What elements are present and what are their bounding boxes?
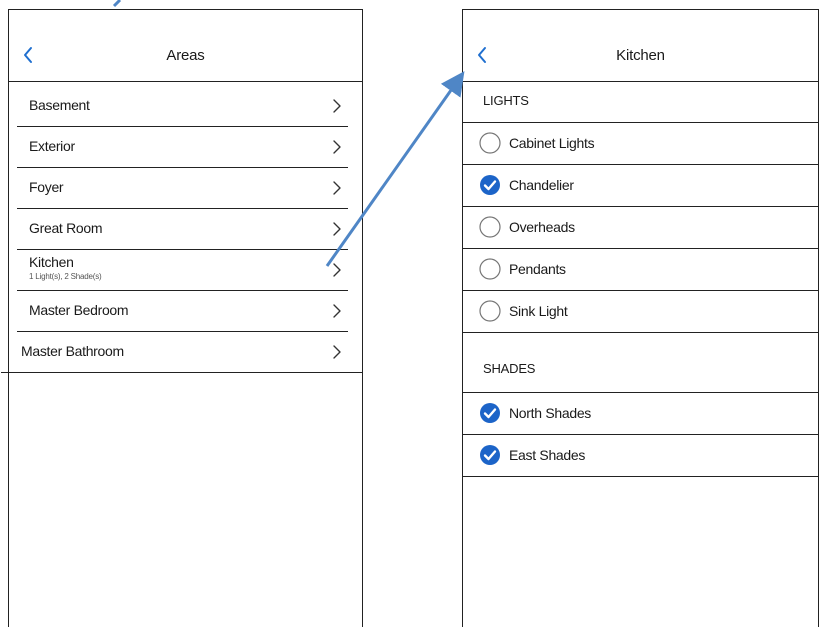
chevron-right-icon <box>332 303 342 319</box>
area-row-kitchen[interactable]: Kitchen 1 Light(s), 2 Shade(s) <box>17 250 348 291</box>
area-name: Great Room <box>29 220 103 236</box>
list-end-divider <box>463 332 818 333</box>
area-row-master-bathroom[interactable]: Master Bathroom <box>1 332 362 373</box>
area-name: Basement <box>29 97 90 113</box>
light-row-pendants[interactable]: Pendants <box>463 248 818 290</box>
light-row-cabinet-lights[interactable]: Cabinet Lights <box>463 122 818 164</box>
lights-header-label: LIGHTS <box>483 93 529 108</box>
light-row-overheads[interactable]: Overheads <box>463 206 818 248</box>
unchecked-circle-icon[interactable] <box>479 300 501 322</box>
storyboard-canvas: Areas Basement Exterior Foyer Great Room Kit… <box>0 0 822 627</box>
shades-header-label: SHADES <box>483 361 536 376</box>
shade-row-north-shades[interactable]: North Shades <box>463 392 818 434</box>
shade-row-east-shades[interactable]: East Shades <box>463 434 818 476</box>
unchecked-circle-icon[interactable] <box>479 258 501 280</box>
unchecked-circle-icon[interactable] <box>479 132 501 154</box>
area-name: Master Bedroom <box>29 302 129 318</box>
areas-list: Basement Exterior Foyer Great Room Kitchen 1 … <box>1 86 362 373</box>
chevron-right-icon <box>332 262 342 278</box>
navbar-divider <box>463 81 818 82</box>
chevron-right-icon <box>332 344 342 360</box>
page-title: Kitchen <box>616 47 665 64</box>
area-name: Foyer <box>29 179 64 195</box>
areas-screen: Areas Basement Exterior Foyer Great Room Kit… <box>1 9 363 627</box>
page-title: Areas <box>166 47 205 64</box>
area-row-master-bedroom[interactable]: Master Bedroom <box>17 291 348 332</box>
checked-circle-icon[interactable] <box>479 174 501 196</box>
light-name: Chandelier <box>509 177 574 193</box>
shade-name: East Shades <box>509 447 586 463</box>
light-row-sink-light[interactable]: Sink Light <box>463 290 818 332</box>
area-name: Exterior <box>29 138 75 154</box>
shade-name: North Shades <box>509 405 592 421</box>
area-name: Kitchen <box>29 254 74 270</box>
area-row-foyer[interactable]: Foyer <box>17 168 348 209</box>
area-row-exterior[interactable]: Exterior <box>17 127 348 168</box>
area-row-basement[interactable]: Basement <box>17 86 348 127</box>
kitchen-navbar: Kitchen <box>463 39 818 82</box>
checked-circle-icon[interactable] <box>479 402 501 424</box>
light-name: Overheads <box>509 219 575 235</box>
chevron-right-icon <box>332 98 342 114</box>
shades-list: North Shades East Shades <box>463 392 818 477</box>
kitchen-screen: Kitchen LIGHTS Cabinet Lights Chandelier O… <box>462 9 819 627</box>
chevron-right-icon <box>332 180 342 196</box>
light-row-chandelier[interactable]: Chandelier <box>463 164 818 206</box>
light-name: Sink Light <box>509 303 568 319</box>
checked-circle-icon[interactable] <box>479 444 501 466</box>
light-name: Pendants <box>509 261 566 277</box>
chevron-right-icon <box>332 221 342 237</box>
list-end-divider <box>463 476 818 477</box>
area-subtitle: 1 Light(s), 2 Shade(s) <box>29 272 102 281</box>
unchecked-circle-icon[interactable] <box>479 216 501 238</box>
navigation-arrow-partial <box>112 0 122 8</box>
areas-navbar: Areas <box>9 39 362 82</box>
area-row-great-room[interactable]: Great Room <box>17 209 348 250</box>
chevron-right-icon <box>332 139 342 155</box>
light-name: Cabinet Lights <box>509 135 595 151</box>
area-name: Master Bathroom <box>21 343 124 359</box>
lights-list: Cabinet Lights Chandelier Overheads Pendant… <box>463 122 818 333</box>
